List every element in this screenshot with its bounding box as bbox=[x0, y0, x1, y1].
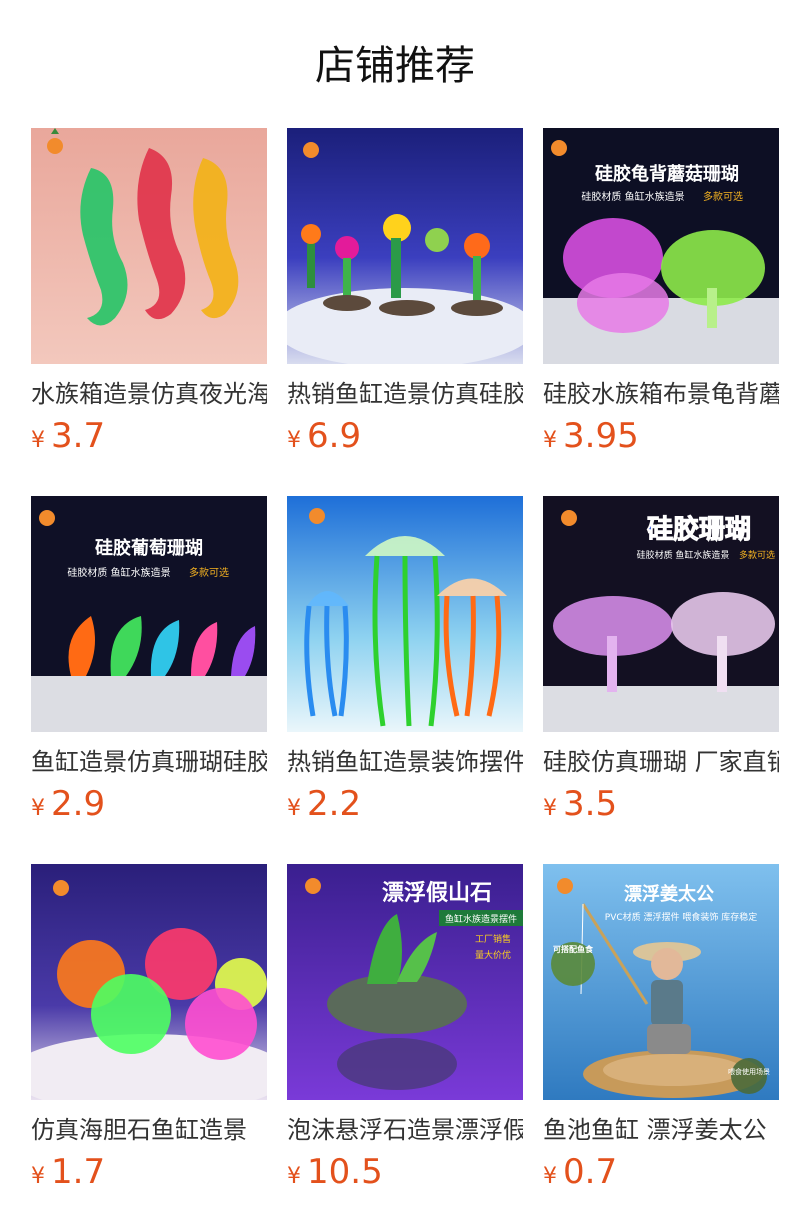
product-name[interactable]: 鱼池鱼缸 漂浮姜太公 bbox=[543, 1112, 779, 1148]
price-value: 2.9 bbox=[51, 784, 106, 824]
product-card[interactable]: 漂浮假山石 鱼缸水族造景摆件 工厂销售 量大价优 泡沫悬浮石造景漂浮假山 ¥10… bbox=[287, 864, 523, 1232]
product-price: ¥6.9 bbox=[287, 416, 523, 462]
fisherman-figure-image[interactable]: 漂浮姜太公 PVC材质 漂浮摆件 喂食装饰 库存稳定 可搭配鱼食 喂食使用场景 bbox=[543, 864, 779, 1100]
product-name[interactable]: 热销鱼缸造景仿真硅胶珊瑚 bbox=[287, 376, 523, 412]
silicone-coral-image[interactable]: 硅胶珊瑚 硅胶材质 鱼缸水族造景 多款可选 bbox=[543, 496, 779, 732]
image-caption: 漂浮姜太公 bbox=[624, 883, 714, 905]
price-value: 2.2 bbox=[307, 784, 362, 824]
price-value: 0.7 bbox=[563, 1152, 618, 1192]
currency-symbol: ¥ bbox=[543, 1164, 557, 1189]
currency-symbol: ¥ bbox=[31, 1164, 45, 1189]
product-card[interactable]: 热销鱼缸造景仿真硅胶珊瑚 ¥6.9 bbox=[287, 128, 523, 496]
image-caption: 硅胶葡萄珊瑚 bbox=[95, 537, 203, 559]
product-price: ¥3.5 bbox=[543, 784, 779, 830]
jellyfish-image[interactable] bbox=[287, 496, 523, 732]
product-grid: 水族箱造景仿真夜光海马 ¥3.7 bbox=[31, 128, 779, 1232]
image-caption: 漂浮假山石 bbox=[382, 880, 492, 906]
product-card[interactable]: 漂浮姜太公 PVC材质 漂浮摆件 喂食装饰 库存稳定 可搭配鱼食 喂食使用场景 … bbox=[543, 864, 779, 1232]
price-value: 1.7 bbox=[51, 1152, 106, 1192]
price-value: 10.5 bbox=[307, 1152, 383, 1192]
product-price: ¥10.5 bbox=[287, 1152, 523, 1198]
image-tag: 多款可选 bbox=[189, 566, 229, 579]
product-price: ¥3.7 bbox=[31, 416, 267, 462]
price-value: 3.7 bbox=[51, 416, 106, 456]
product-name[interactable]: 硅胶仿真珊瑚 厂家直销 bbox=[543, 744, 779, 780]
product-price: ¥3.95 bbox=[543, 416, 779, 462]
price-value: 6.9 bbox=[307, 416, 362, 456]
image-tag: 喂食使用场景 bbox=[728, 1067, 770, 1076]
price-value: 3.5 bbox=[563, 784, 618, 824]
product-name[interactable]: 热销鱼缸造景装饰摆件水母 bbox=[287, 744, 523, 780]
image-subcaption: 鱼缸水族造景摆件 bbox=[445, 913, 517, 925]
product-card[interactable]: 热销鱼缸造景装饰摆件水母 ¥2.2 bbox=[287, 496, 523, 864]
product-card[interactable]: 硅胶龟背蘑菇珊瑚 硅胶材质 鱼缸水族造景 多款可选 硅胶水族箱布景龟背蘑菇 ¥3… bbox=[543, 128, 779, 496]
currency-symbol: ¥ bbox=[287, 1164, 301, 1189]
grape-coral-image[interactable]: 硅胶葡萄珊瑚 硅胶材质 鱼缸水族造景 多款可选 bbox=[31, 496, 267, 732]
product-name[interactable]: 鱼缸造景仿真珊瑚硅胶葡萄 bbox=[31, 744, 267, 780]
image-subcaption: 硅胶材质 鱼缸水族造景 bbox=[581, 190, 684, 203]
product-card[interactable]: 硅胶珊瑚 硅胶材质 鱼缸水族造景 多款可选 硅胶仿真珊瑚 厂家直销 ¥3.5 bbox=[543, 496, 779, 864]
currency-symbol: ¥ bbox=[31, 428, 45, 453]
seahorse-image[interactable] bbox=[31, 128, 267, 364]
product-name[interactable]: 硅胶水族箱布景龟背蘑菇 bbox=[543, 376, 779, 412]
currency-symbol: ¥ bbox=[543, 428, 557, 453]
currency-symbol: ¥ bbox=[287, 428, 301, 453]
mushroom-coral-image[interactable]: 硅胶龟背蘑菇珊瑚 硅胶材质 鱼缸水族造景 多款可选 bbox=[543, 128, 779, 364]
image-subcaption: PVC材质 漂浮摆件 喂食装饰 库存稳定 bbox=[605, 911, 757, 923]
image-tag: 多款可选 bbox=[739, 549, 775, 561]
product-name[interactable]: 水族箱造景仿真夜光海马 bbox=[31, 376, 267, 412]
image-caption: 硅胶珊瑚 bbox=[647, 514, 751, 545]
product-name[interactable]: 仿真海胆石鱼缸造景 bbox=[31, 1112, 267, 1148]
product-price: ¥2.2 bbox=[287, 784, 523, 830]
image-caption: 硅胶龟背蘑菇珊瑚 bbox=[595, 163, 739, 185]
price-value: 3.95 bbox=[563, 416, 639, 456]
image-tag: 工厂销售 bbox=[475, 933, 511, 945]
image-subcaption: 硅胶材质 鱼缸水族造景 bbox=[637, 549, 730, 561]
image-tag: 多款可选 bbox=[703, 190, 743, 203]
sea-urchin-image[interactable] bbox=[31, 864, 267, 1100]
currency-symbol: ¥ bbox=[31, 796, 45, 821]
currency-symbol: ¥ bbox=[543, 796, 557, 821]
page-title: 店铺推荐 bbox=[315, 43, 475, 89]
image-tag: 量大价优 bbox=[475, 949, 511, 961]
product-card[interactable]: 仿真海胆石鱼缸造景 ¥1.7 bbox=[31, 864, 267, 1232]
floating-rock-image[interactable]: 漂浮假山石 鱼缸水族造景摆件 工厂销售 量大价优 bbox=[287, 864, 523, 1100]
image-tag: 可搭配鱼食 bbox=[553, 944, 594, 954]
product-name[interactable]: 泡沫悬浮石造景漂浮假山 bbox=[287, 1112, 523, 1148]
product-card[interactable]: 水族箱造景仿真夜光海马 ¥3.7 bbox=[31, 128, 267, 496]
product-card[interactable]: 硅胶葡萄珊瑚 硅胶材质 鱼缸水族造景 多款可选 鱼缸造景仿真珊瑚硅胶葡萄 ¥2.… bbox=[31, 496, 267, 864]
currency-symbol: ¥ bbox=[287, 796, 301, 821]
product-price: ¥2.9 bbox=[31, 784, 267, 830]
image-subcaption: 硅胶材质 鱼缸水族造景 bbox=[67, 566, 170, 579]
product-price: ¥0.7 bbox=[543, 1152, 779, 1198]
coral-scene-image[interactable] bbox=[287, 128, 523, 364]
product-price: ¥1.7 bbox=[31, 1152, 267, 1198]
